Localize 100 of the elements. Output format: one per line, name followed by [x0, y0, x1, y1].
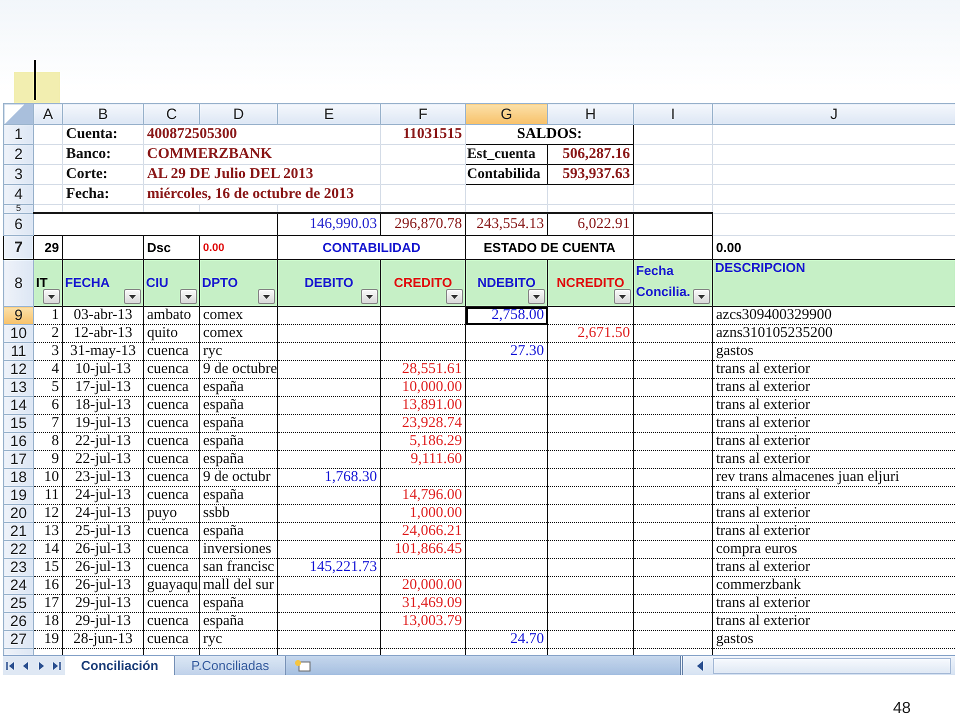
table-cell: 28,551.61 [380, 360, 466, 378]
row-heading[interactable]: 14 [4, 396, 34, 414]
horizontal-scrollbar[interactable] [680, 656, 955, 675]
scroll-left-icon[interactable] [695, 660, 705, 672]
row-heading[interactable]: 2 [4, 144, 34, 164]
filter-dropdown-button[interactable] [528, 289, 545, 304]
filter-dropdown-button[interactable] [124, 289, 141, 304]
table-cell: ryc [200, 630, 278, 648]
column-heading[interactable]: F [380, 104, 466, 124]
filter-dropdown-button[interactable] [258, 289, 275, 304]
table-cell: 24-jul-13 [62, 486, 144, 504]
field-value: miércoles, 16 de octubre de 2013 [144, 184, 380, 204]
sheet-tab[interactable]: P.Conciliadas [175, 656, 286, 675]
column-header-label: DESCRIPCION [715, 260, 806, 275]
table-cell: españa [200, 378, 278, 396]
column-heading[interactable]: A [34, 104, 62, 124]
table-cell: españa [200, 522, 278, 540]
row-heading[interactable]: 21 [4, 522, 34, 540]
field-value: COMMERZBANK [144, 144, 380, 164]
table-cell: 10 [34, 468, 62, 486]
row-heading[interactable]: 19 [4, 486, 34, 504]
row-heading[interactable]: 12 [4, 360, 34, 378]
filter-dropdown-button[interactable] [180, 289, 197, 304]
caret-icon [185, 294, 192, 298]
sheet-tab[interactable]: Conciliación [65, 656, 176, 675]
row-heading[interactable]: 11 [4, 342, 34, 360]
filter-dropdown-button[interactable] [361, 289, 378, 304]
table-cell: gastos [712, 342, 955, 360]
row-heading[interactable]: 26 [4, 612, 34, 630]
column-heading[interactable]: C [144, 104, 200, 124]
table-cell: trans al exterior [712, 522, 955, 540]
filter-dropdown-button[interactable] [614, 289, 631, 304]
row-heading[interactable]: 4 [4, 184, 34, 204]
filter-dropdown-button[interactable] [446, 289, 463, 304]
row-heading[interactable]: 1 [4, 124, 34, 144]
row-heading[interactable]: 23 [4, 558, 34, 576]
column-heading[interactable]: E [278, 104, 380, 124]
row-heading[interactable]: 17 [4, 450, 34, 468]
table-cell: 26-jul-13 [62, 558, 144, 576]
table-cell: 9 [34, 450, 62, 468]
table-cell: azns310105235200 [712, 324, 955, 342]
row-heading[interactable]: 5 [4, 204, 34, 213]
row-heading[interactable]: 16 [4, 432, 34, 450]
table-cell: 13,891.00 [380, 396, 466, 414]
row-heading[interactable]: 27 [4, 630, 34, 648]
table-cell: cuenca [144, 630, 200, 648]
row-heading[interactable]: 15 [4, 414, 34, 432]
table-cell: trans al exterior [712, 504, 955, 522]
table-cell: 22-jul-13 [62, 450, 144, 468]
filter-dropdown-button[interactable] [43, 289, 60, 304]
table-cell: cuenca [144, 450, 200, 468]
table-cell: ssbb [200, 504, 278, 522]
row-heading[interactable]: 6 [4, 213, 34, 236]
table-cell: cuenca [144, 558, 200, 576]
table-cell: 13 [34, 522, 62, 540]
row-heading[interactable]: 13 [4, 378, 34, 396]
column-heading[interactable]: J [712, 104, 955, 124]
column-heading[interactable]: D [200, 104, 278, 124]
column-header-label: Fecha Concilia. [636, 262, 692, 301]
column-header-label: CIU [146, 274, 168, 290]
column-heading[interactable]: G [466, 104, 548, 124]
table-cell: commerzbank [712, 576, 955, 594]
row-heading[interactable]: 9 [4, 306, 34, 324]
table-cell: cuenca [144, 612, 200, 630]
field-value: 400872505300 [144, 124, 380, 144]
table-cell: 18-jul-13 [62, 396, 144, 414]
column-header-label: NCREDITO [556, 274, 624, 290]
row-heading[interactable]: 24 [4, 576, 34, 594]
table-cell: 5,186.29 [380, 432, 466, 450]
row-heading[interactable]: 18 [4, 468, 34, 486]
row-heading[interactable]: 3 [4, 164, 34, 184]
row-heading[interactable]: 8 [4, 260, 34, 306]
total-value: 146,990.03 [278, 213, 380, 236]
column-heading[interactable]: I [634, 104, 712, 124]
page-number: 48 [893, 700, 911, 718]
table-cell: 16 [34, 576, 62, 594]
caret-icon [263, 294, 270, 298]
table-cell: 13,003.79 [380, 612, 466, 630]
row-heading[interactable]: 25 [4, 594, 34, 612]
row-heading[interactable]: 7 [4, 236, 34, 260]
total-value: 6,022.91 [548, 213, 634, 236]
table-cell: 1,000.00 [380, 504, 466, 522]
table-cell: 14 [34, 540, 62, 558]
table-cell: 2,671.50 [548, 324, 634, 342]
table-cell: trans al exterior [712, 486, 955, 504]
table-cell: españa [200, 432, 278, 450]
total-value: 243,554.13 [466, 213, 548, 236]
column-heading[interactable]: B [62, 104, 144, 124]
row-heading[interactable]: 22 [4, 540, 34, 558]
table-cell: 31,469.09 [380, 594, 466, 612]
table-cell: gastos [712, 630, 955, 648]
table-cell: 145,221.73 [278, 558, 380, 576]
row-heading[interactable]: 10 [4, 324, 34, 342]
table-cell: puyo [144, 504, 200, 522]
row-heading[interactable]: 20 [4, 504, 34, 522]
table-cell: 15 [34, 558, 62, 576]
filter-dropdown-button[interactable] [693, 289, 710, 304]
column-heading[interactable]: H [548, 104, 634, 124]
title-marker-icon [14, 58, 60, 103]
table-cell: 25-jul-13 [62, 522, 144, 540]
